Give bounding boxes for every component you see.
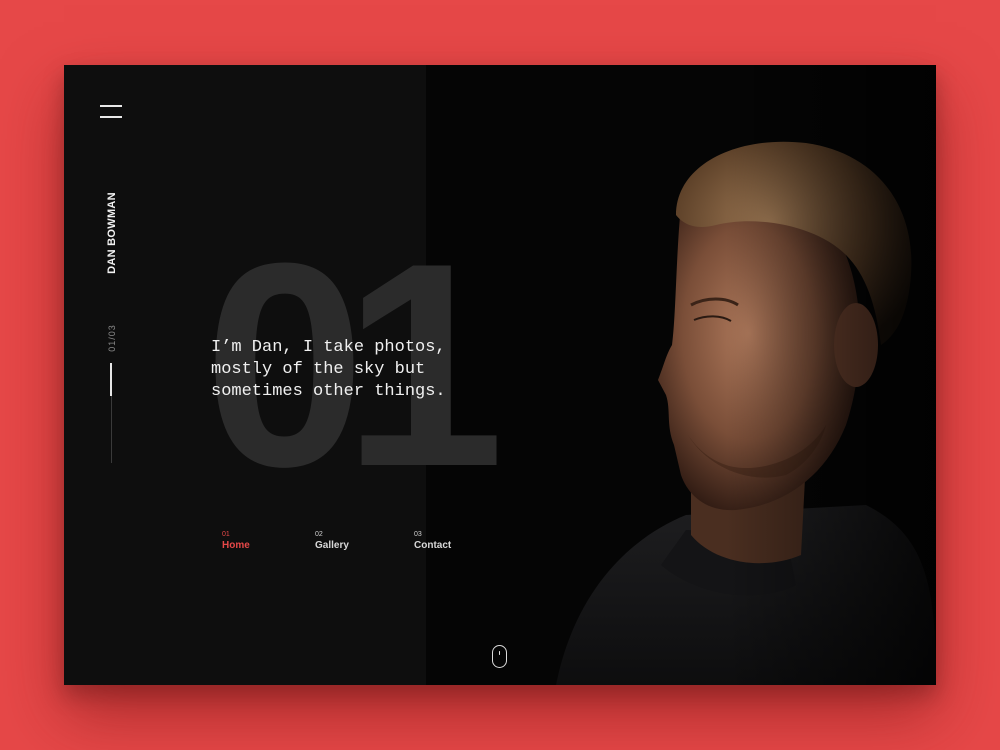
mouse-scroll-icon[interactable] — [492, 645, 507, 668]
page-frame: DAN BOWMAN 01/03 01 I’m Dan, I take phot… — [64, 65, 936, 685]
nav-item-gallery[interactable]: 02 Gallery — [315, 531, 349, 551]
slide-counter: 01/03 — [107, 324, 117, 352]
brand-name[interactable]: DAN BOWMAN — [106, 192, 118, 274]
nav-item-label: Gallery — [315, 540, 349, 551]
menu-bar-bottom — [100, 116, 122, 118]
menu-bar-top — [100, 105, 122, 107]
nav-item-number: 01 — [222, 531, 230, 538]
hamburger-menu-icon[interactable] — [100, 105, 122, 119]
tagline-line: I’m Dan, I take photos, — [211, 338, 446, 357]
nav-item-number: 03 — [414, 531, 422, 538]
nav-item-home[interactable]: 01 Home — [222, 531, 250, 551]
main-nav: 01 Home 02 Gallery 03 Contact — [64, 531, 464, 561]
nav-item-label: Home — [222, 540, 250, 551]
nav-item-contact[interactable]: 03 Contact — [414, 531, 451, 551]
nav-item-label: Contact — [414, 540, 452, 551]
tagline-line: sometimes other things. — [211, 382, 446, 401]
tagline-line: mostly of the sky but — [211, 360, 426, 379]
hero-tagline: I’m Dan, I take photos, mostly of the sk… — [211, 337, 511, 403]
nav-item-number: 02 — [315, 531, 323, 538]
slide-progress-fill — [110, 363, 112, 396]
